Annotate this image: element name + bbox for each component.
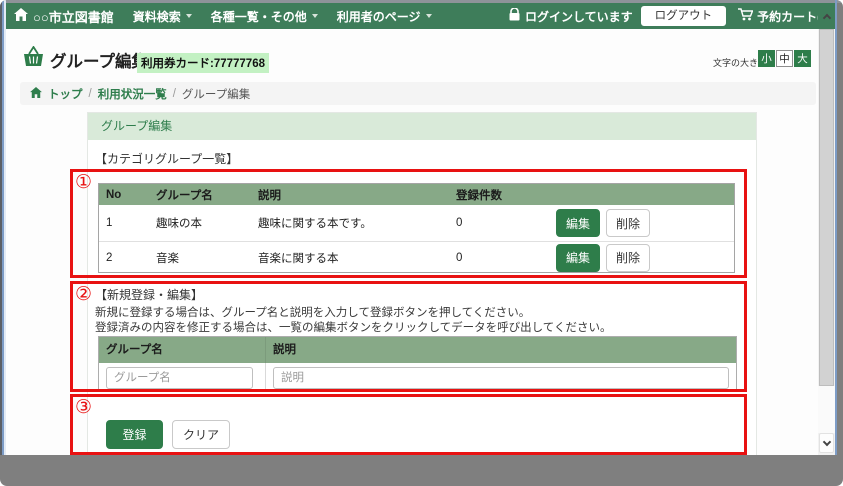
panel-header: グループ編集 bbox=[88, 113, 756, 140]
description-input[interactable] bbox=[273, 367, 729, 389]
scroll-down-button[interactable] bbox=[819, 433, 834, 453]
breadcrumb-top-link[interactable]: トップ bbox=[48, 86, 83, 102]
site-brand-label: ○○市立図書館 bbox=[33, 7, 114, 26]
window-frame-left-inner bbox=[4, 0, 6, 455]
cell-group-name: 音楽 bbox=[149, 250, 251, 266]
table-header-row: No グループ名 説明 登録件数 bbox=[99, 184, 734, 205]
cell-description: 音楽に関する本 bbox=[251, 250, 449, 266]
group-basket-icon bbox=[22, 46, 45, 72]
delete-button[interactable]: 削除 bbox=[606, 244, 650, 272]
scroll-up-button[interactable] bbox=[818, 3, 835, 29]
login-status-label: ログインしています bbox=[525, 8, 633, 25]
menu-lists-other[interactable]: 各種一覧・その他 bbox=[211, 8, 318, 25]
font-size-large-button[interactable]: 大 bbox=[794, 50, 811, 67]
breadcrumb-separator: / bbox=[89, 88, 92, 100]
font-size-buttons: 小 中 大 bbox=[758, 50, 811, 67]
annotation-number-2: ② bbox=[75, 285, 92, 304]
top-navbar: ○○市立図書館 資料検索 各種一覧・その他 利用者のページ bbox=[6, 3, 835, 29]
form-col-desc: 説明 bbox=[266, 337, 736, 363]
name-input-cell bbox=[99, 363, 266, 392]
menu-user-page[interactable]: 利用者のページ bbox=[337, 8, 432, 25]
page-header: グループ編集 利用券カード:77777768 文字の大きさ 小 中 大 bbox=[6, 40, 816, 78]
cell-actions: 編集 削除 bbox=[549, 209, 734, 237]
menu-user-label: 利用者のページ bbox=[337, 8, 421, 25]
cell-actions: 編集 削除 bbox=[549, 244, 734, 272]
breadcrumb-current: グループ編集 bbox=[182, 86, 250, 102]
logout-button[interactable]: ログアウト bbox=[641, 6, 727, 26]
cart-icon bbox=[738, 8, 753, 24]
annotation-number-3: ③ bbox=[75, 398, 92, 417]
form-header-row: グループ名 説明 bbox=[99, 337, 736, 363]
page-viewport: ○○市立図書館 資料検索 各種一覧・その他 利用者のページ bbox=[6, 3, 835, 455]
library-card-badge: 利用券カード:77777768 bbox=[137, 53, 269, 73]
scrollbar-track[interactable] bbox=[818, 386, 835, 433]
col-header-no: No bbox=[99, 189, 149, 201]
menu-catalog-search[interactable]: 資料検索 bbox=[133, 8, 192, 25]
vertical-scrollbar[interactable] bbox=[818, 3, 835, 455]
cell-group-name: 趣味の本 bbox=[149, 215, 251, 231]
font-size-medium-button[interactable]: 中 bbox=[776, 50, 793, 67]
menu-lists-label: 各種一覧・その他 bbox=[211, 8, 307, 25]
window-frame-top bbox=[0, 0, 843, 3]
navbar-left-group: ○○市立図書館 資料検索 各種一覧・その他 利用者のページ bbox=[14, 3, 432, 29]
delete-button[interactable]: 削除 bbox=[606, 209, 650, 237]
scrollbar-thumb[interactable] bbox=[819, 29, 834, 386]
edit-button[interactable]: 編集 bbox=[556, 209, 600, 237]
form-col-name: グループ名 bbox=[99, 337, 266, 363]
category-list-section-title: 【カテゴリグループ一覧】 bbox=[95, 150, 238, 167]
chevron-down-icon bbox=[312, 14, 318, 18]
category-group-table: No グループ名 説明 登録件数 1 趣味の本 趣味に関する本です。 0 編集 … bbox=[98, 183, 735, 273]
table-row: 2 音楽 音楽に関する本 0 編集 削除 bbox=[99, 241, 734, 273]
entry-form-table: グループ名 説明 bbox=[98, 336, 737, 392]
window-frame-right-accent bbox=[835, 0, 837, 455]
register-button[interactable]: 登録 bbox=[106, 420, 163, 449]
lock-icon bbox=[509, 8, 520, 24]
chevron-up-icon bbox=[822, 13, 830, 21]
clear-button[interactable]: クリア bbox=[172, 420, 230, 449]
breadcrumb-separator: / bbox=[173, 88, 176, 100]
cell-description: 趣味に関する本です。 bbox=[251, 215, 449, 231]
col-header-name: グループ名 bbox=[149, 187, 251, 203]
instruction-line-1: 新規に登録する場合は、グループ名と説明を入力して登録ボタンを押してください。 bbox=[95, 304, 530, 320]
form-input-row bbox=[99, 363, 736, 392]
group-name-input[interactable] bbox=[106, 367, 253, 389]
edit-button[interactable]: 編集 bbox=[556, 244, 600, 272]
table-row: 1 趣味の本 趣味に関する本です。 0 編集 削除 bbox=[99, 205, 734, 241]
login-status: ログインしています bbox=[509, 8, 633, 25]
instruction-line-2: 登録済みの内容を修正する場合は、一覧の編集ボタンをクリックしてデータを呼び出して… bbox=[95, 319, 611, 335]
chevron-down-icon bbox=[186, 14, 192, 18]
navbar-right-group: ログインしています ログアウト 予約カート(0件) ? bbox=[509, 3, 835, 29]
desc-input-cell bbox=[266, 363, 736, 392]
new-entry-section-title: 【新規登録・編集】 bbox=[95, 286, 203, 303]
col-header-count: 登録件数 bbox=[449, 187, 549, 203]
cell-count: 0 bbox=[449, 252, 549, 264]
chevron-down-icon bbox=[822, 437, 830, 445]
breadcrumb: トップ / 利用状況一覧 / グループ編集 bbox=[20, 82, 816, 105]
site-home-link[interactable]: ○○市立図書館 bbox=[14, 7, 114, 26]
cell-no: 2 bbox=[99, 252, 149, 264]
cell-no: 1 bbox=[99, 217, 149, 229]
home-icon bbox=[14, 8, 28, 24]
page-title: グループ編集 bbox=[50, 48, 148, 72]
col-header-desc: 説明 bbox=[251, 187, 449, 203]
breadcrumb-usage-list-link[interactable]: 利用状況一覧 bbox=[98, 86, 167, 102]
home-icon bbox=[30, 87, 42, 101]
chevron-down-icon bbox=[426, 14, 432, 18]
cell-count: 0 bbox=[449, 217, 549, 229]
browser-window: ○○市立図書館 資料検索 各種一覧・その他 利用者のページ bbox=[0, 0, 843, 486]
font-size-small-button[interactable]: 小 bbox=[758, 50, 775, 67]
annotation-number-1: ① bbox=[75, 173, 92, 192]
menu-catalog-label: 資料検索 bbox=[133, 8, 181, 25]
